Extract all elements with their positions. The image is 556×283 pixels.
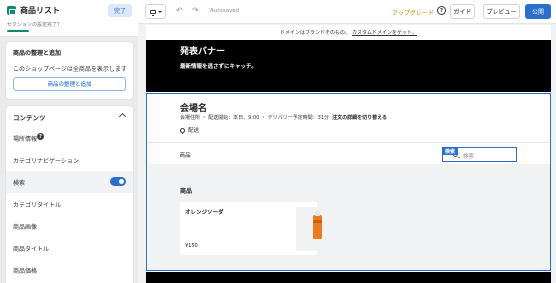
announcement-banner[interactable]: 発表バナー 最新情報を逃さずにキャッチ。 — [146, 40, 551, 92]
category-title: 商品 — [180, 188, 193, 195]
section-title: コンテンツ — [13, 114, 46, 122]
item-label: カテゴリタイトル — [13, 202, 62, 209]
device-selector[interactable] — [145, 4, 166, 19]
banner-subtitle: 最新情報を逃さずにキャッチ。 — [180, 64, 257, 70]
content-section: コンテンツ 場所情報 ? カテゴリナビゲーション 検索 カテゴリタイトル 商品画… — [6, 106, 133, 283]
chevron-up-icon[interactable] — [118, 112, 127, 121]
page-title: 商品リスト — [20, 6, 60, 15]
notice-text: ドメインはブランドそのもの。 — [280, 30, 351, 36]
content-item-category-title[interactable]: カテゴリタイトル — [6, 193, 133, 215]
autosave-status: Autosaved — [210, 8, 240, 14]
content-item-product-title[interactable]: 商品タイトル — [6, 237, 133, 259]
product-card[interactable]: オレンジソーダ ¥150 — [180, 202, 340, 255]
item-label: カテゴリナビゲーション — [13, 158, 79, 165]
panel-header: 商品リスト 完了 セクションの設定完了? — [0, 0, 138, 37]
organize-products-card: 商品の整理と追加 このショップページは全商品を表示します 商品の整理と追加 — [6, 42, 133, 99]
custom-domain-link[interactable]: カスタムドメインをゲット。 — [352, 29, 417, 36]
selected-element-tag: 検索 — [442, 147, 459, 155]
search-toggle[interactable] — [110, 177, 126, 186]
product-price: ¥150 — [185, 243, 198, 249]
item-label: 商品画像 — [13, 224, 38, 231]
location-pin-icon — [178, 126, 187, 134]
item-label: 商品価格 — [13, 268, 38, 275]
delivery-info: 配送 — [178, 126, 200, 134]
footer-strip — [146, 272, 551, 283]
domain-notice: ドメインはブランドそのもの。 カスタムドメインをゲット。 — [146, 25, 551, 40]
preview-button[interactable]: プレビュー — [483, 4, 520, 19]
left-panel: 商品リスト 完了 セクションの設定完了? 商品の整理と追加 このショップページは… — [0, 0, 138, 283]
redo-icon[interactable]: ↷ — [192, 6, 199, 15]
store-icon — [7, 6, 16, 15]
order-details-toggle-link[interactable]: 注文の詳細を切り替える — [332, 115, 387, 121]
upgrade-link[interactable]: アップグレード — [392, 8, 434, 17]
soda-bottle-icon — [313, 211, 322, 239]
organize-products-button[interactable]: 商品の整理と追加 — [13, 77, 126, 91]
card-description: このショップページは全商品を表示します — [13, 66, 127, 73]
venue-meta: 会場住所 ・ 配送開始：本日、9:00 ・ デリバリー予定時間：31分 注文の詳… — [180, 114, 387, 121]
page-preview: ドメインはブランドそのもの。 カスタムドメインをゲット。 発表バナー 最新情報を… — [146, 25, 551, 283]
progress-underline — [7, 30, 29, 32]
help-circle-icon[interactable]: ? — [437, 6, 446, 15]
item-label: 商品タイトル — [13, 246, 50, 253]
content-item-search[interactable]: 検索 — [6, 171, 133, 193]
editor-toolbar: ↶ ↷ Autosaved アップグレード ? ガイド プレビュー 公開 — [138, 0, 556, 24]
products-nav-label[interactable]: 商品 — [180, 151, 191, 159]
product-image — [296, 207, 340, 251]
publish-button[interactable]: 公開 — [525, 4, 551, 19]
venue-meta-text: 会場住所 ・ 配送開始：本日、9:00 ・ デリバリー予定時間：31分 — [180, 115, 329, 121]
done-button[interactable]: 完了 — [108, 4, 132, 17]
section-note[interactable]: セクションの設定完了? — [7, 21, 60, 28]
card-title: 商品の整理と追加 — [13, 50, 62, 57]
product-name: オレンジソーダ — [185, 210, 224, 216]
help-icon[interactable]: ? — [37, 133, 44, 140]
content-item-product-image[interactable]: 商品画像 — [6, 215, 133, 237]
content-item-category-nav[interactable]: カテゴリナビゲーション — [6, 149, 133, 171]
item-label: 検索 — [13, 180, 26, 187]
content-item-product-price[interactable]: 商品価格 — [6, 259, 133, 281]
undo-icon[interactable]: ↶ — [176, 6, 183, 15]
search-placeholder: 検索 — [463, 154, 475, 160]
monitor-icon — [149, 9, 156, 16]
item-label: 場所情報 — [13, 136, 38, 143]
venue-name: 会場名 — [180, 104, 208, 114]
banner-title: 発表バナー — [180, 47, 226, 57]
delivery-label: 配送 — [188, 128, 200, 134]
guide-button[interactable]: ガイド — [450, 4, 475, 19]
chevron-down-icon — [157, 10, 162, 13]
content-item-location[interactable]: 場所情報 ? — [6, 127, 133, 149]
